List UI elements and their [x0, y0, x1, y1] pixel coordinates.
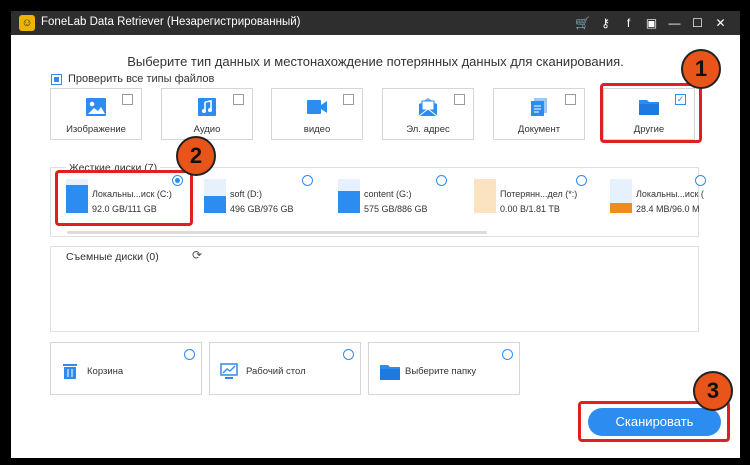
- drive-size: 575 GB/886 GB: [364, 204, 428, 214]
- file-type-tile[interactable]: видео: [271, 88, 363, 140]
- file-type-checkbox[interactable]: [233, 94, 244, 105]
- location-radio[interactable]: [184, 349, 195, 360]
- location-label: Рабочий стол: [246, 366, 306, 377]
- app-logo-icon: ☺: [19, 15, 35, 31]
- drive-name: Локальны...иск (: [636, 189, 704, 199]
- file-type-checkbox[interactable]: [343, 94, 354, 105]
- drive-radio[interactable]: [695, 175, 706, 186]
- file-type-checkbox[interactable]: [565, 94, 576, 105]
- drive-icon: [204, 179, 226, 213]
- drive-name: content (G:): [364, 189, 412, 199]
- drive-size: 496 GB/976 GB: [230, 204, 294, 214]
- drive-name: Потерянн...дел (*:): [500, 189, 578, 199]
- email-icon: [417, 97, 439, 117]
- audio-icon: [196, 97, 218, 117]
- video-icon: [306, 97, 328, 117]
- highlight-drive-c: [55, 170, 193, 226]
- feedback-icon[interactable]: ▣: [640, 11, 663, 35]
- refresh-icon[interactable]: ⟳: [192, 248, 202, 262]
- trash-icon: [61, 362, 79, 380]
- drive-item[interactable]: Локальны...иск ( 28.4 MB/96.0 M: [610, 179, 740, 225]
- drives-scrollbar[interactable]: [67, 231, 487, 234]
- removable-drives-title: Съемные диски (0): [66, 251, 159, 263]
- minimize-icon[interactable]: —: [663, 11, 686, 35]
- file-type-label: Изображение: [66, 124, 126, 135]
- file-type-tile[interactable]: Эл. адрес: [382, 88, 474, 140]
- file-type-label: Документ: [517, 124, 561, 135]
- file-type-tile[interactable]: Аудио: [161, 88, 253, 140]
- document-icon: [528, 97, 550, 117]
- cart-icon[interactable]: 🛒: [571, 11, 594, 35]
- file-type-tile[interactable]: Изображение: [50, 88, 142, 140]
- location-label: Корзина: [87, 366, 124, 377]
- image-icon: [85, 97, 107, 117]
- check-all-types[interactable]: Проверить все типы файлов: [51, 73, 214, 85]
- file-type-label: видео: [303, 124, 331, 135]
- drive-size: 28.4 MB/96.0 M: [636, 204, 700, 214]
- drive-item[interactable]: soft (D:) 496 GB/976 GB: [204, 179, 334, 225]
- location-radio[interactable]: [343, 349, 354, 360]
- drive-radio[interactable]: [302, 175, 313, 186]
- step-badge-2: 2: [176, 136, 216, 176]
- file-type-label: Аудио: [193, 124, 221, 135]
- drive-icon: [610, 179, 632, 213]
- location-label: Выберите папку: [405, 366, 477, 377]
- title-bar: ☺ FoneLab Data Retriever (Незарегистриро…: [11, 11, 740, 35]
- key-icon[interactable]: ⚷: [594, 11, 617, 35]
- file-type-checkbox[interactable]: [122, 94, 133, 105]
- check-all-checkbox[interactable]: [51, 73, 62, 85]
- file-type-tile[interactable]: Документ: [493, 88, 585, 140]
- drive-size: 0.00 B/1.81 TB: [500, 204, 560, 214]
- app-window: ☺ FoneLab Data Retriever (Незарегистриро…: [11, 11, 740, 458]
- drive-radio[interactable]: [576, 175, 587, 186]
- desktop-icon: [220, 362, 238, 380]
- drive-radio[interactable]: [436, 175, 447, 186]
- highlight-other-types: [600, 83, 702, 143]
- step-badge-1: 1: [681, 49, 721, 89]
- step-badge-3: 3: [693, 371, 733, 411]
- location-tile[interactable]: Корзина: [50, 342, 202, 395]
- location-radio[interactable]: [502, 349, 513, 360]
- folder-icon: [379, 362, 400, 380]
- drive-item[interactable]: content (G:) 575 GB/886 GB: [338, 179, 468, 225]
- maximize-icon[interactable]: ☐: [686, 11, 709, 35]
- facebook-icon[interactable]: f: [617, 11, 640, 35]
- drive-name: soft (D:): [230, 189, 263, 199]
- drive-icon: [338, 179, 360, 213]
- close-icon[interactable]: ✕: [709, 11, 732, 35]
- location-tile[interactable]: Рабочий стол: [209, 342, 361, 395]
- title-bar-buttons: 🛒 ⚷ f ▣ — ☐ ✕: [571, 11, 732, 35]
- drive-icon: [474, 179, 496, 213]
- drive-item[interactable]: Потерянн...дел (*:) 0.00 B/1.81 TB: [474, 179, 604, 225]
- window-title: FoneLab Data Retriever (Незарегистрирова…: [41, 16, 301, 28]
- check-all-label: Проверить все типы файлов: [68, 73, 215, 85]
- page-heading: Выберите тип данных и местонахождение по…: [127, 54, 624, 69]
- location-tile[interactable]: Выберите папку: [368, 342, 520, 395]
- file-type-label: Эл. адрес: [406, 124, 450, 135]
- file-type-checkbox[interactable]: [454, 94, 465, 105]
